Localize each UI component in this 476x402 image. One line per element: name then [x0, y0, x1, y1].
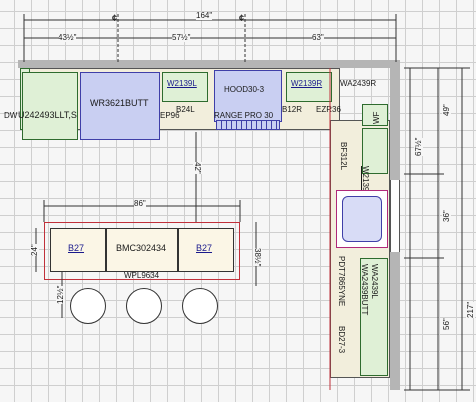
dim-island-width: 86" — [134, 199, 146, 208]
dim-island-overhang: 12½" — [56, 285, 65, 304]
dim-top-left: 43½" — [58, 33, 77, 42]
dim-top-overall: 164" — [196, 11, 213, 20]
kitchen-floor-plan: DW U242493LLT,S WR3621BUTT EP96 W2139L B… — [0, 0, 476, 402]
dim-right-c: 36" — [442, 210, 451, 222]
dim-island-to-cabinet: 42" — [193, 162, 202, 174]
dim-top-mid: 57½" — [172, 33, 191, 42]
dim-right-b: 67½" — [414, 137, 423, 156]
dim-right-total: 217" — [466, 301, 475, 318]
centerline-marker-right: ¢ — [239, 13, 245, 23]
dim-top-right: 63" — [312, 33, 324, 42]
dim-island-depth: 24" — [30, 244, 39, 256]
dim-island-side: 38½" — [253, 248, 262, 267]
dim-right-a: 49" — [442, 104, 451, 116]
dim-right-d: 56" — [442, 318, 451, 330]
dimension-lines — [23, 14, 470, 391]
centerline-marker-left: ¢ — [112, 13, 118, 23]
